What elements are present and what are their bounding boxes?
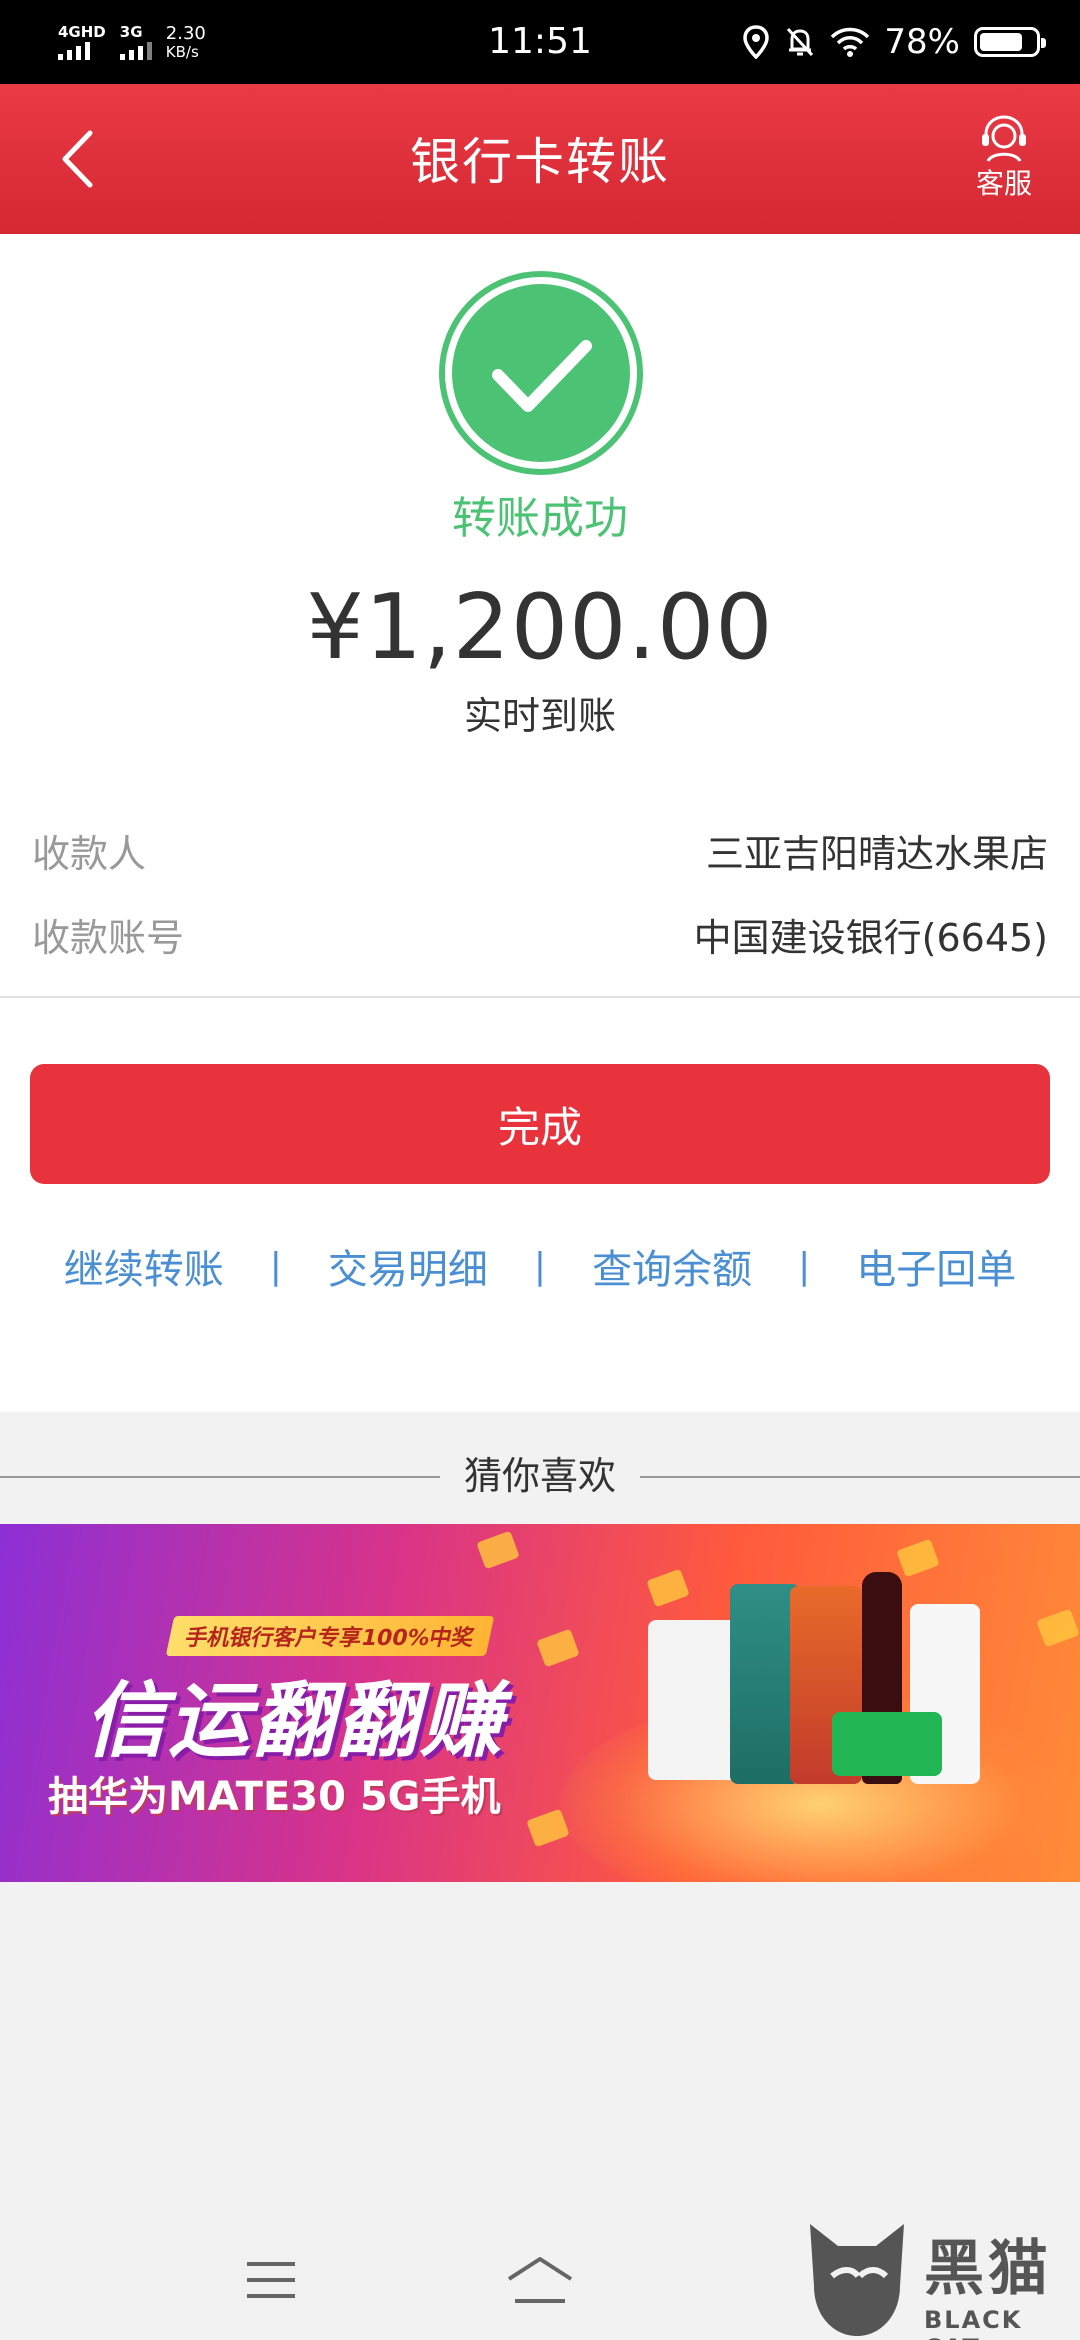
payee-account-row: 收款账号 中国建设银行(6645): [32, 906, 1048, 962]
banner-headline: 信运翻翻赚: [84, 1674, 504, 1769]
appliance-image: [648, 1620, 738, 1780]
coin-decoration: [646, 1568, 690, 1608]
payee-account-value: 中国建设银行(6645): [693, 915, 1048, 960]
link-separator: |: [533, 1245, 547, 1287]
customer-service-button[interactable]: 客服: [964, 114, 1044, 204]
transfer-amount: ¥1,200.00: [306, 575, 774, 680]
done-button[interactable]: 完成: [30, 1064, 1050, 1184]
status-bar: 4GHD 3G 2.30 KB/s 11:51 78%: [0, 0, 1080, 84]
link-separator: |: [798, 1245, 811, 1287]
status-right: 78%: [742, 18, 1046, 66]
quick-links: 继续转账 | 交易明细 | 查询余额 | 电子回单: [0, 1236, 1080, 1296]
blackcat-watermark: 黑猫 BLACK CAT: [798, 2216, 1080, 2340]
transfer-status: 转账成功: [452, 493, 628, 544]
menu-icon: [247, 2262, 295, 2298]
transaction-details-link[interactable]: 交易明细: [328, 1237, 488, 1295]
recommend-header: 猜你喜欢: [0, 1448, 1080, 1504]
coin-decoration: [896, 1538, 940, 1578]
home-button[interactable]: [505, 2250, 575, 2310]
wifi-icon: [831, 27, 870, 57]
menu-button[interactable]: [236, 2250, 306, 2310]
divider: [0, 996, 1080, 998]
vip-card-image: [832, 1712, 942, 1776]
success-check-icon: [439, 271, 643, 475]
balance-query-link[interactable]: 查询余额: [592, 1237, 752, 1295]
payee-account-label: 收款账号: [32, 915, 185, 960]
customer-service-label: 客服: [975, 167, 1032, 200]
continue-transfer-link[interactable]: 继续转账: [64, 1237, 224, 1295]
payee-value: 三亚吉阳晴达水果店: [705, 831, 1048, 876]
banner-ribbon: 手机银行客户专享100%中奖: [165, 1616, 495, 1656]
cat-logo-icon: [810, 2224, 904, 2336]
battery-icon: [974, 27, 1046, 57]
promo-banner[interactable]: 手机银行客户专享100%中奖 信运翻翻赚 抽华为MATE30 5G手机: [0, 1524, 1080, 1882]
e-receipt-link[interactable]: 电子回单: [856, 1237, 1016, 1295]
watermark-cn: 黑猫: [924, 2234, 1052, 2304]
headset-icon: [982, 115, 1026, 162]
payee-row: 收款人 三亚吉阳晴达水果店: [32, 822, 1048, 878]
result-card: 转账成功 ¥1,200.00 实时到账 收款人 三亚吉阳晴达水果店 收款账号 中…: [0, 234, 1080, 1412]
location-icon: [743, 25, 770, 59]
mute-bell-icon: [787, 27, 814, 57]
coin-decoration: [476, 1530, 520, 1570]
home-icon: [507, 2257, 573, 2303]
page-title: 银行卡转账: [410, 133, 670, 191]
arrival-type: 实时到账: [463, 694, 616, 738]
link-separator: |: [269, 1245, 282, 1287]
payee-label: 收款人: [32, 831, 147, 876]
banner-subline: 抽华为MATE30 5G手机: [48, 1774, 501, 1820]
recommend-title: 猜你喜欢: [463, 1454, 616, 1498]
watermark-en: BLACK CAT: [924, 2306, 1023, 2340]
coin-decoration: [1036, 1608, 1080, 1648]
coin-decoration: [536, 1628, 580, 1668]
battery-percent: 78%: [884, 22, 960, 62]
app-header: 银行卡转账 客服: [0, 84, 1080, 234]
